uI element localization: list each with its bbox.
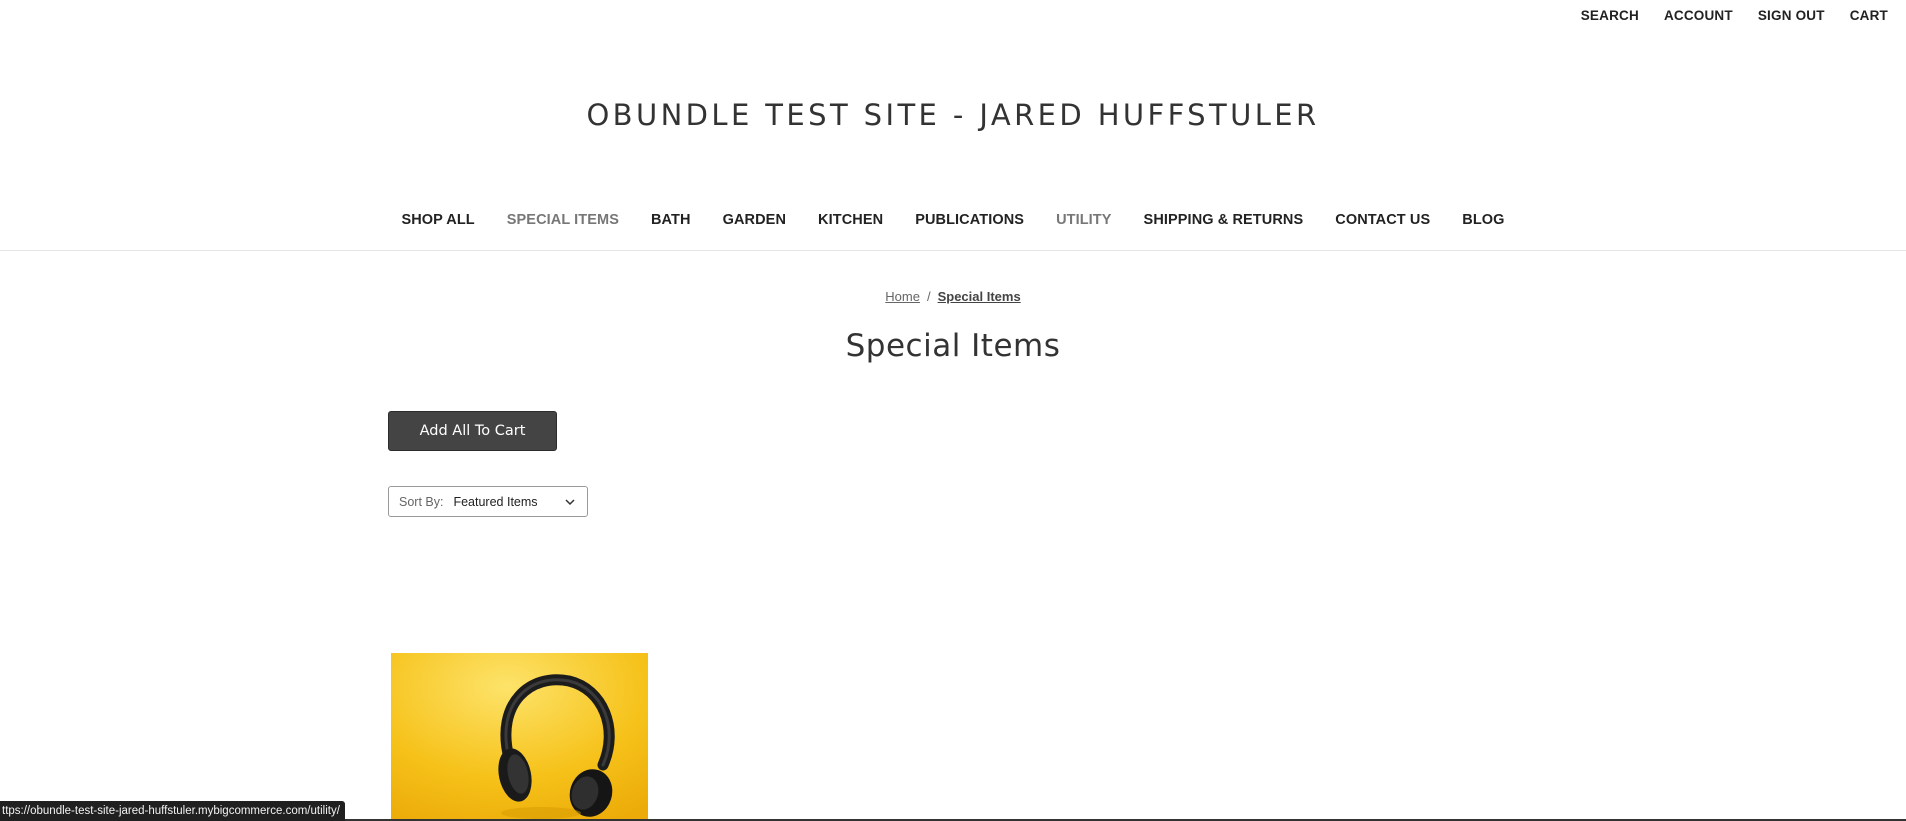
site-title[interactable]: OBUNDLE TEST SITE - JARED HUFFSTULER [0,98,1906,132]
sort-by-label: Sort By: [399,494,444,509]
main-nav: SHOP ALL SPECIAL ITEMS BATH GARDEN KITCH… [0,212,1906,228]
nav-item-special-items[interactable]: SPECIAL ITEMS [507,212,619,228]
chevron-down-icon [565,498,575,505]
search-link[interactable]: SEARCH [1581,8,1639,23]
nav-item-garden[interactable]: GARDEN [723,212,786,228]
breadcrumb-home[interactable]: Home [885,289,920,304]
nav-item-utility[interactable]: UTILITY [1056,212,1111,228]
add-all-to-cart-button[interactable]: Add All To Cart [388,411,557,451]
nav-item-kitchen[interactable]: KITCHEN [818,212,883,228]
headphones-image [391,653,648,821]
nav-item-blog[interactable]: BLOG [1462,212,1504,228]
sort-by-select[interactable]: Sort By: Featured Items [388,486,588,517]
sign-out-link[interactable]: SIGN OUT [1758,8,1825,23]
breadcrumb-separator: / [926,289,931,304]
cart-link[interactable]: CART [1850,8,1888,23]
nav-item-shop-all[interactable]: SHOP ALL [401,212,474,228]
nav-item-bath[interactable]: BATH [651,212,691,228]
page-title: Special Items [845,328,1061,364]
status-bar-url: ttps://obundle-test-site-jared-huffstule… [0,801,345,821]
breadcrumb: Home / Special Items [0,289,1906,304]
account-link[interactable]: ACCOUNT [1664,8,1733,23]
nav-divider [0,250,1906,251]
nav-item-shipping-returns[interactable]: SHIPPING & RETURNS [1144,212,1304,228]
top-utility-nav: SEARCH ACCOUNT SIGN OUT CART [1556,0,1888,30]
nav-item-contact-us[interactable]: CONTACT US [1335,212,1430,228]
breadcrumb-current[interactable]: Special Items [938,289,1021,304]
product-image-headphones[interactable] [391,653,648,821]
nav-item-publications[interactable]: PUBLICATIONS [915,212,1024,228]
sort-by-value: Featured Items [453,494,538,509]
